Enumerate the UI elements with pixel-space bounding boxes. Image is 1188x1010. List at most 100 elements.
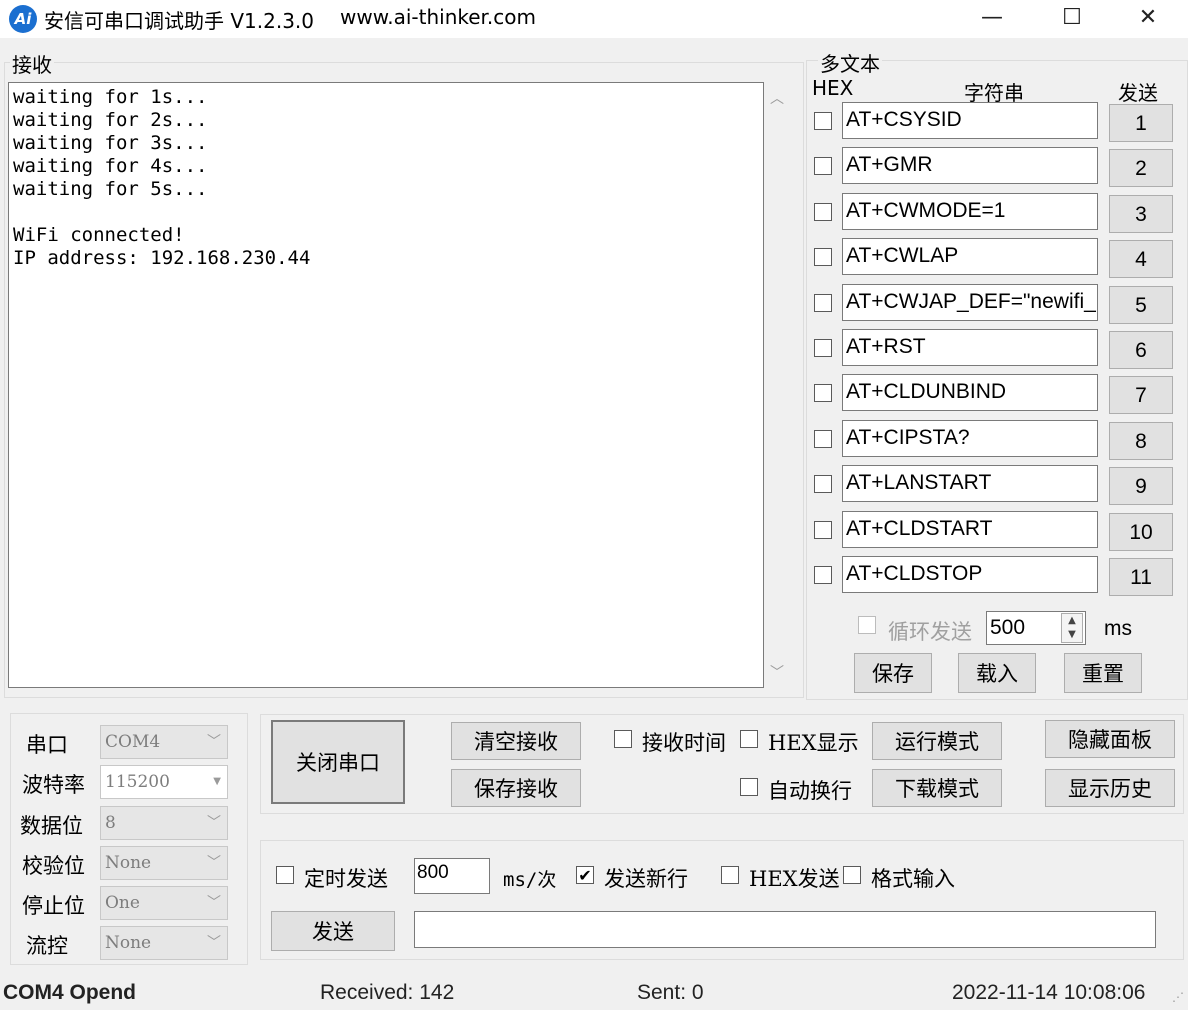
command-input-4[interactable]: AT+CWLAP <box>842 238 1098 276</box>
stop-bits-select[interactable]: One ﹀ <box>100 886 228 920</box>
command-input-11[interactable]: AT+CLDSTOP <box>842 556 1098 593</box>
send-command-button-2[interactable]: 2 <box>1109 149 1173 188</box>
load-multi-button[interactable]: 载入 <box>958 653 1036 693</box>
close-button[interactable]: ✕ <box>1108 0 1188 38</box>
loop-unit-label: ms <box>1104 617 1132 640</box>
app-logo-icon: Ai <box>9 5 37 33</box>
hex-checkbox-4[interactable] <box>814 248 832 267</box>
command-input-1[interactable]: AT+CSYSID <box>842 102 1098 139</box>
send-command-button-3[interactable]: 3 <box>1109 194 1173 233</box>
baud-select[interactable]: 115200 ▼ <box>100 765 228 799</box>
data-bits-value: 8 <box>105 813 116 833</box>
receive-group-title: 接收 <box>10 49 54 78</box>
hex-checkbox-10[interactable] <box>814 520 832 539</box>
hex-checkbox-9[interactable] <box>814 475 832 494</box>
send-newline-checkbox[interactable]: ✔ <box>576 866 594 885</box>
send-button[interactable]: 发送 <box>271 911 395 951</box>
baud-label: 波特率 <box>22 773 85 797</box>
port-select[interactable]: COM4 ﹀ <box>100 725 228 759</box>
auto-wrap-checkbox[interactable] <box>740 778 758 796</box>
save-multi-button[interactable]: 保存 <box>854 653 932 693</box>
send-command-button-1[interactable]: 1 <box>1109 104 1173 142</box>
format-input-checkbox[interactable] <box>843 866 861 884</box>
send-command-button-10[interactable]: 10 <box>1109 512 1173 551</box>
hex-checkbox-1[interactable] <box>814 112 832 130</box>
dropdown-arrow-icon: ▼ <box>213 776 221 787</box>
command-input-8[interactable]: AT+CIPSTA? <box>842 419 1098 457</box>
multi-string-title: 多文本 <box>818 48 882 77</box>
hide-panel-button[interactable]: 隐藏面板 <box>1045 720 1175 758</box>
scroll-up-icon[interactable]: ︿ <box>770 88 784 108</box>
hex-send-checkbox[interactable] <box>721 866 739 884</box>
maximize-button[interactable]: ☐ <box>1032 0 1112 38</box>
command-input-3[interactable]: AT+CWMODE=1 <box>842 192 1098 230</box>
status-received: Received: 142 <box>320 981 455 1004</box>
data-bits-select[interactable]: 8 ﹀ <box>100 806 228 840</box>
command-input-10[interactable]: AT+CLDSTART <box>842 510 1098 548</box>
run-mode-button[interactable]: 运行模式 <box>872 722 1002 760</box>
hex-checkbox-8[interactable] <box>814 429 832 448</box>
show-history-button[interactable]: 显示历史 <box>1045 769 1175 807</box>
send-interval-input[interactable]: 800 <box>414 858 490 894</box>
send-command-button-7[interactable]: 7 <box>1109 376 1173 415</box>
hex-checkbox-6[interactable] <box>814 339 832 357</box>
stop-bits-label: 停止位 <box>22 894 85 918</box>
status-sent: Sent: 0 <box>637 981 704 1004</box>
flow-control-label: 流控 <box>26 934 68 958</box>
window-title: 安信可串口调试助手 V1.2.3.0 <box>44 9 315 33</box>
stop-bits-value: One <box>105 893 140 913</box>
download-mode-button[interactable]: 下载模式 <box>872 769 1002 807</box>
hex-display-checkbox[interactable] <box>740 730 758 748</box>
timed-send-label: 定时发送 <box>304 867 388 891</box>
resize-grip-icon[interactable]: ⋰ <box>1172 990 1184 1004</box>
clear-receive-button[interactable]: 清空接收 <box>451 722 581 760</box>
send-command-button-8[interactable]: 8 <box>1109 421 1173 460</box>
format-input-label: 格式输入 <box>871 867 955 891</box>
command-input-5[interactable]: AT+CWJAP_DEF="newifi_ <box>842 283 1098 321</box>
send-command-button-6[interactable]: 6 <box>1109 331 1173 369</box>
hex-checkbox-2[interactable] <box>814 157 832 176</box>
hex-checkbox-7[interactable] <box>814 384 832 403</box>
timed-send-checkbox[interactable] <box>276 866 294 884</box>
hex-checkbox-5[interactable] <box>814 293 832 312</box>
parity-label: 校验位 <box>22 854 85 878</box>
receive-scrollbar[interactable]: ︿ ﹀ <box>766 82 792 688</box>
parity-select[interactable]: None ﹀ <box>100 846 228 880</box>
command-input-6[interactable]: AT+RST <box>842 329 1098 366</box>
hex-send-label: HEX发送 <box>749 867 840 891</box>
send-interval-value: 800 <box>417 862 449 883</box>
send-command-button-9[interactable]: 9 <box>1109 467 1173 506</box>
baud-value: 115200 <box>105 772 170 792</box>
hex-display-label: HEX显示 <box>768 731 859 755</box>
loop-interval-spinner[interactable]: ▲ ▼ <box>1061 613 1083 643</box>
send-command-button-4[interactable]: 4 <box>1109 240 1173 279</box>
command-input-9[interactable]: AT+LANSTART <box>842 465 1098 503</box>
status-port: COM4 Opend <box>3 981 137 1004</box>
scroll-down-icon[interactable]: ﹀ <box>770 662 784 682</box>
hex-checkbox-11[interactable] <box>814 566 832 584</box>
reset-multi-button[interactable]: 重置 <box>1064 653 1142 693</box>
command-input-7[interactable]: AT+CLDUNBIND <box>842 374 1098 412</box>
close-port-button[interactable]: 关闭串口 <box>271 720 405 804</box>
loop-send-checkbox[interactable] <box>858 616 876 634</box>
flow-control-value: None <box>105 933 152 953</box>
hex-column-header: HEX <box>812 76 854 100</box>
send-text-input[interactable] <box>414 911 1156 948</box>
chevron-down-icon: ﹀ <box>207 935 221 951</box>
loop-interval-value: 500 <box>990 616 1026 639</box>
chevron-down-icon: ﹀ <box>207 815 221 831</box>
command-input-2[interactable]: AT+GMR <box>842 147 1098 185</box>
receive-textarea[interactable]: waiting for 1s... waiting for 2s... wait… <box>8 82 764 688</box>
send-command-button-5[interactable]: 5 <box>1109 285 1173 324</box>
auto-wrap-label: 自动换行 <box>768 779 852 803</box>
minimize-button[interactable]: — <box>952 0 1032 38</box>
chevron-down-icon: ﹀ <box>207 895 221 911</box>
receive-time-checkbox[interactable] <box>614 730 632 748</box>
hex-checkbox-3[interactable] <box>814 202 832 221</box>
send-column-header: 发送 <box>1118 81 1158 105</box>
send-newline-label: 发送新行 <box>604 867 688 891</box>
flow-control-select[interactable]: None ﹀ <box>100 926 228 960</box>
save-receive-button[interactable]: 保存接收 <box>451 769 581 807</box>
chevron-down-icon: ﹀ <box>207 855 221 871</box>
send-command-button-11[interactable]: 11 <box>1109 558 1173 596</box>
